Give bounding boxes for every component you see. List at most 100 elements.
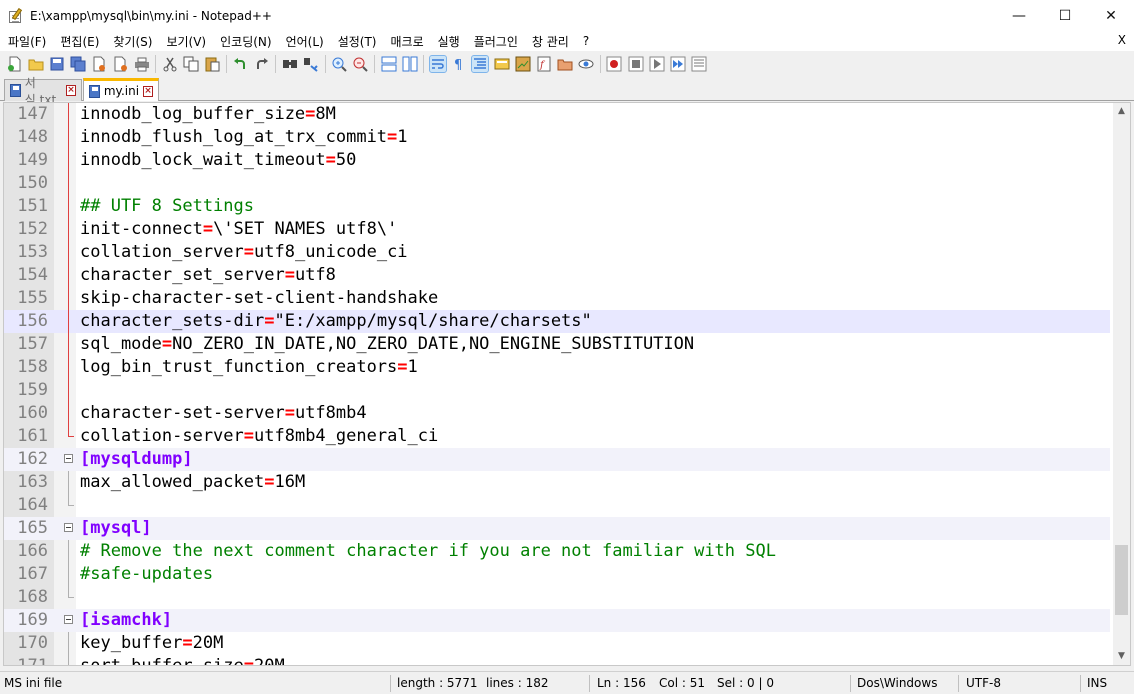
editor-pane[interactable]: 147 innodb_log_buffer_size=8M 148 innodb_fl… bbox=[3, 102, 1131, 666]
find-icon[interactable] bbox=[282, 56, 298, 72]
redo-icon[interactable] bbox=[254, 56, 270, 72]
fold-marker[interactable] bbox=[63, 517, 75, 540]
code-text: # Remove the next comment character if y… bbox=[80, 540, 776, 563]
stop-macro-icon[interactable] bbox=[628, 56, 644, 72]
new-file-icon[interactable] bbox=[7, 56, 23, 72]
fold-marker bbox=[63, 563, 75, 586]
tab-my-ini[interactable]: my.ini × bbox=[83, 78, 159, 101]
run-macro-multiple-icon[interactable] bbox=[670, 56, 686, 72]
save-macro-icon[interactable] bbox=[691, 56, 707, 72]
fold-marker[interactable] bbox=[63, 609, 75, 632]
code-line[interactable]: 161 collation-server=utf8mb4_general_ci bbox=[4, 425, 1110, 448]
menu-plugins[interactable]: 플러그인 bbox=[467, 33, 525, 50]
maximize-button[interactable]: ☐ bbox=[1042, 0, 1088, 31]
code-text: collation-server=utf8mb4_general_ci bbox=[80, 425, 438, 448]
menu-file[interactable]: 파일(F) bbox=[0, 33, 53, 50]
code-line[interactable]: 156 character_sets-dir="E:/xampp/mysql/sh… bbox=[4, 310, 1110, 333]
menu-settings[interactable]: 설정(T) bbox=[331, 33, 384, 50]
config-value: 16M bbox=[274, 472, 306, 492]
code-line[interactable]: 168 bbox=[4, 586, 1110, 609]
doc-map-icon[interactable] bbox=[515, 56, 531, 72]
tab-close-icon[interactable]: × bbox=[143, 85, 153, 97]
fold-collapse-icon[interactable] bbox=[64, 523, 73, 532]
cut-icon[interactable] bbox=[162, 56, 178, 72]
udl-icon[interactable] bbox=[494, 56, 510, 72]
close-document-button[interactable]: X bbox=[1118, 33, 1126, 47]
record-macro-icon[interactable] bbox=[606, 56, 622, 72]
code-line[interactable]: 153 collation_server=utf8_unicode_ci bbox=[4, 241, 1110, 264]
paste-icon[interactable] bbox=[204, 56, 220, 72]
tab-bar: 서식.txt × my.ini × bbox=[0, 76, 1134, 107]
code-text: key_buffer=20M bbox=[80, 632, 223, 655]
code-line[interactable]: 148 innodb_flush_log_at_trx_commit=1 bbox=[4, 126, 1110, 149]
close-all-icon[interactable] bbox=[113, 56, 129, 72]
scrollbar-thumb[interactable] bbox=[1115, 545, 1128, 615]
code-line[interactable]: 158 log_bin_trust_function_creators=1 bbox=[4, 356, 1110, 379]
code-line[interactable]: 152 init-connect=\'SET NAMES utf8\' bbox=[4, 218, 1110, 241]
save-icon[interactable] bbox=[49, 56, 65, 72]
show-all-chars-icon[interactable]: ¶ bbox=[451, 56, 467, 73]
line-number: 156 bbox=[17, 311, 48, 331]
menu-run[interactable]: 실행 bbox=[431, 33, 467, 50]
minimize-button[interactable]: — bbox=[996, 0, 1042, 31]
vertical-scrollbar[interactable]: ▲ ▼ bbox=[1113, 103, 1130, 665]
line-number: 151 bbox=[17, 196, 48, 216]
code-text: innodb_log_buffer_size=8M bbox=[80, 103, 336, 126]
menu-edit[interactable]: 편집(E) bbox=[53, 33, 106, 50]
code-line[interactable]: 149 innodb_lock_wait_timeout=50 bbox=[4, 149, 1110, 172]
menu-search[interactable]: 찾기(S) bbox=[106, 33, 159, 50]
copy-icon[interactable] bbox=[183, 56, 199, 72]
monitoring-icon[interactable] bbox=[578, 56, 594, 72]
code-line[interactable]: 150 bbox=[4, 172, 1110, 195]
code-line[interactable]: 160 character-set-server=utf8mb4 bbox=[4, 402, 1110, 425]
code-line[interactable]: 151 ## UTF 8 Settings bbox=[4, 195, 1110, 218]
code-line[interactable]: 157 sql_mode=NO_ZERO_IN_DATE,NO_ZERO_DATE… bbox=[4, 333, 1110, 356]
code-line[interactable]: 159 bbox=[4, 379, 1110, 402]
menu-macro[interactable]: 매크로 bbox=[384, 33, 431, 50]
section-header: [mysqldump] bbox=[80, 449, 193, 469]
code-line[interactable]: 147 innodb_log_buffer_size=8M bbox=[4, 103, 1110, 126]
fold-line bbox=[68, 310, 69, 333]
code-line[interactable]: 155 skip-character-set-client-handshake bbox=[4, 287, 1110, 310]
zoom-out-icon[interactable] bbox=[352, 56, 369, 72]
code-line[interactable]: 167 #safe-updates bbox=[4, 563, 1110, 586]
scroll-up-button[interactable]: ▲ bbox=[1113, 103, 1130, 120]
close-icon[interactable] bbox=[91, 56, 107, 72]
code-line[interactable]: 169 [isamchk] bbox=[4, 609, 1110, 632]
folder-workspace-icon[interactable] bbox=[557, 56, 573, 72]
undo-icon[interactable] bbox=[232, 56, 248, 72]
menu-view[interactable]: 보기(V) bbox=[159, 33, 213, 50]
sync-horizontal-icon[interactable] bbox=[402, 56, 418, 72]
print-icon[interactable] bbox=[134, 56, 150, 72]
open-file-icon[interactable] bbox=[28, 56, 44, 72]
code-line[interactable]: 162 [mysqldump] bbox=[4, 448, 1110, 471]
code-line[interactable]: 165 [mysql] bbox=[4, 517, 1110, 540]
menu-window[interactable]: 창 관리 bbox=[525, 33, 576, 50]
save-all-icon[interactable] bbox=[70, 56, 86, 72]
code-line[interactable]: 164 bbox=[4, 494, 1110, 517]
code-line[interactable]: 170 key_buffer=20M bbox=[4, 632, 1110, 655]
code-line[interactable]: 163 max_allowed_packet=16M bbox=[4, 471, 1110, 494]
function-list-icon[interactable]: f bbox=[536, 56, 552, 72]
fold-marker[interactable] bbox=[63, 448, 75, 471]
replace-icon[interactable] bbox=[303, 56, 319, 72]
fold-collapse-icon[interactable] bbox=[64, 454, 73, 463]
code-line[interactable]: 171 sort_buffer_size=20M bbox=[4, 655, 1110, 665]
word-wrap-icon[interactable] bbox=[428, 54, 447, 73]
zoom-in-icon[interactable] bbox=[331, 56, 347, 72]
close-window-button[interactable]: ✕ bbox=[1088, 0, 1134, 31]
tab-close-icon[interactable]: × bbox=[66, 85, 76, 96]
indent-guide-icon[interactable] bbox=[471, 54, 490, 73]
sync-vertical-icon[interactable] bbox=[381, 56, 397, 72]
play-macro-icon[interactable] bbox=[649, 56, 665, 72]
code-line[interactable]: 166 # Remove the next comment character i… bbox=[4, 540, 1110, 563]
menu-language[interactable]: 언어(L) bbox=[279, 33, 331, 50]
tab-seosik-txt[interactable]: 서식.txt × bbox=[4, 76, 82, 107]
menu-encoding[interactable]: 인코딩(N) bbox=[213, 33, 278, 50]
scroll-down-button[interactable]: ▼ bbox=[1113, 648, 1130, 665]
fold-collapse-icon[interactable] bbox=[64, 615, 73, 624]
code-line[interactable]: 154 character_set_server=utf8 bbox=[4, 264, 1110, 287]
menu-help[interactable]: ? bbox=[576, 34, 596, 48]
config-value: 1 bbox=[397, 127, 408, 147]
config-key: innodb_lock_wait_timeout bbox=[80, 150, 326, 170]
